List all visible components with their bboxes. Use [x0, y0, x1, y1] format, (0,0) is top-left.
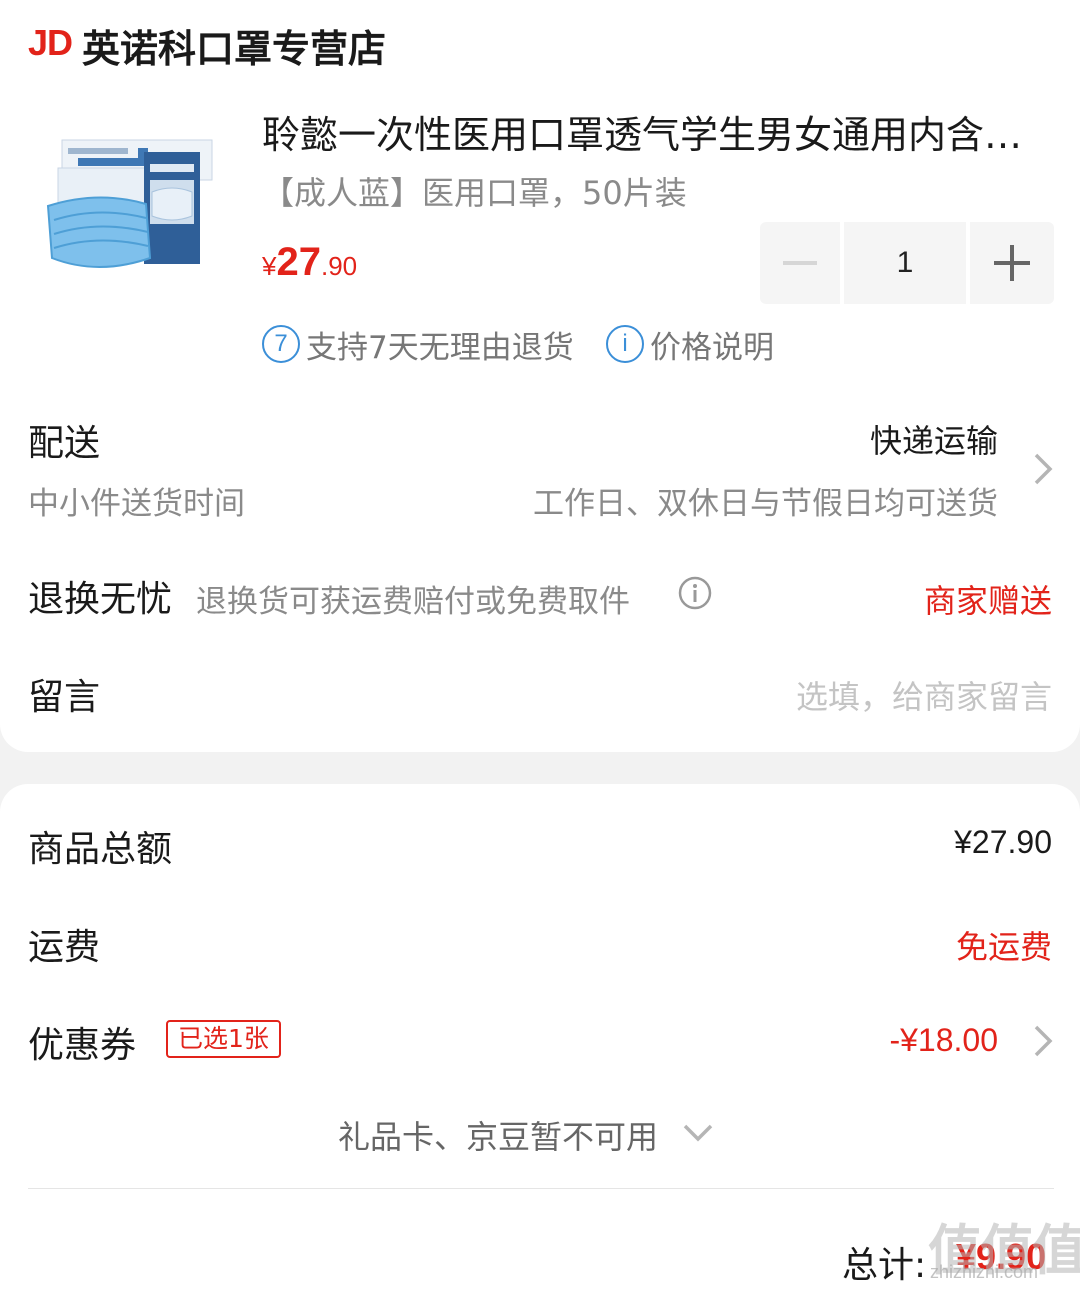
service-label: 价格说明 [650, 329, 774, 366]
message-label: 留言 [28, 677, 101, 718]
goods-total-value: ¥27.90 [954, 824, 1052, 860]
coupon-badge: 已选1张 [166, 1020, 281, 1058]
service-label: 支持7天无理由退货 [306, 329, 574, 366]
increase-button[interactable] [970, 222, 1054, 304]
decrease-button[interactable] [760, 222, 840, 304]
product-price: ¥27.90 [262, 240, 357, 285]
delivery-time-label: 中小件送货时间 [28, 486, 245, 522]
returns-desc: 退换货可获运费赔付或免费取件 [196, 584, 630, 620]
message-input[interactable]: 选填，给商家留言 [796, 672, 1052, 718]
info-icon[interactable] [678, 576, 712, 614]
product-spec[interactable]: 【成人蓝】医用口罩，50片装 [262, 168, 687, 214]
seven-day-icon: 7 [262, 325, 300, 363]
price-symbol: ¥ [262, 251, 277, 281]
summary-divider [28, 1188, 1054, 1189]
shipping-value: 免运费 [955, 928, 1052, 966]
quantity-value[interactable]: 1 [844, 222, 966, 304]
delivery-method[interactable]: 快递运输 [870, 416, 998, 462]
plus-icon [994, 245, 1030, 281]
shop-name[interactable]: 英诺科口罩专营店 [82, 18, 386, 73]
product-title[interactable]: 聆懿一次性医用口罩透气学生男女通用内含… [262, 104, 1052, 159]
coupon-label: 优惠券 [28, 1025, 137, 1066]
delivery-time-value[interactable]: 工作日、双休日与节假日均可送货 [533, 478, 998, 523]
price-decimal: .90 [320, 251, 358, 281]
chevron-right-icon[interactable] [1032, 1024, 1056, 1062]
giftcard-toggle[interactable]: 礼品卡、京豆暂不可用 [338, 1112, 658, 1158]
shipping-label: 运费 [28, 927, 101, 968]
chevron-down-icon[interactable] [682, 1122, 714, 1148]
service-return-policy[interactable]: 7 支持7天无理由退货 [262, 322, 574, 366]
service-price-info[interactable]: i 价格说明 [606, 322, 774, 366]
total-label: 总计: [842, 1245, 927, 1286]
quantity-stepper: 1 [760, 222, 1054, 304]
coupon-value[interactable]: -¥18.00 [889, 1022, 998, 1059]
returns-value[interactable]: 商家赠送 [924, 576, 1052, 622]
watermark-url: zhizhizhi.com [930, 1262, 1039, 1282]
price-integer: 27 [276, 240, 321, 284]
info-icon: i [606, 325, 644, 363]
delivery-label: 配送 [28, 423, 101, 464]
goods-total-label: 商品总额 [28, 829, 173, 870]
chevron-right-icon[interactable] [1032, 452, 1056, 490]
minus-icon [783, 261, 817, 265]
returns-label: 退换无忧 [28, 579, 173, 620]
jd-logo: JD [28, 22, 73, 63]
product-image[interactable] [38, 108, 238, 308]
